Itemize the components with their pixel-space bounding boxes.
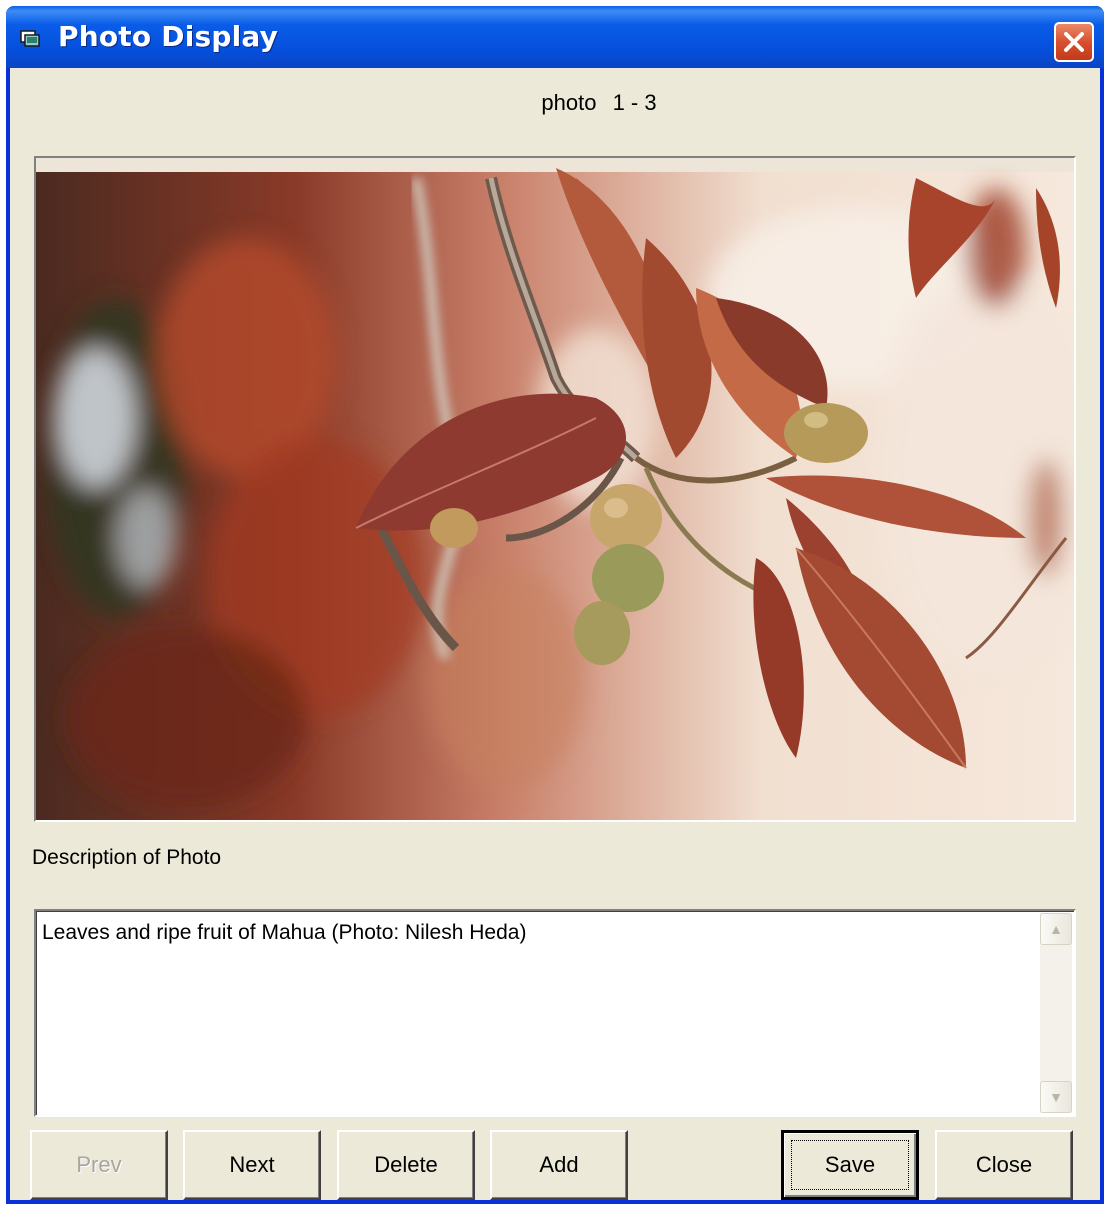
description-scrollbar[interactable]: ▲ ▼	[1040, 913, 1072, 1113]
app-icon	[20, 30, 40, 47]
chevron-up-icon: ▲	[1049, 921, 1063, 937]
photo-viewer	[34, 156, 1076, 822]
add-button[interactable]: Add	[490, 1130, 628, 1200]
prev-button[interactable]: Prev	[30, 1130, 168, 1200]
save-button[interactable]: Save	[781, 1130, 919, 1200]
window-title: Photo Display	[58, 20, 279, 53]
close-window-button[interactable]	[1054, 22, 1094, 62]
photo-counter-value: 1 - 3	[612, 90, 657, 115]
close-icon	[1064, 32, 1084, 52]
focus-rectangle	[791, 1140, 909, 1190]
scroll-down-button[interactable]: ▼	[1040, 1081, 1072, 1113]
description-textarea[interactable]	[42, 921, 1032, 1101]
photo-counter: photo 1 - 3	[10, 90, 1105, 116]
title-bar[interactable]: Photo Display	[6, 6, 1104, 68]
close-button[interactable]: Close	[935, 1130, 1073, 1200]
photo-image	[36, 158, 1074, 820]
photo-counter-label: photo	[541, 90, 597, 115]
photo-display-window: Photo Display photo 1 - 3 Description of…	[6, 6, 1104, 1204]
scroll-up-button[interactable]: ▲	[1040, 913, 1072, 945]
delete-button[interactable]: Delete	[337, 1130, 475, 1200]
next-button[interactable]: Next	[183, 1130, 321, 1200]
chevron-down-icon: ▼	[1049, 1089, 1063, 1105]
description-textbox[interactable]: ▲ ▼	[34, 909, 1076, 1117]
description-label: Description of Photo	[32, 846, 222, 869]
